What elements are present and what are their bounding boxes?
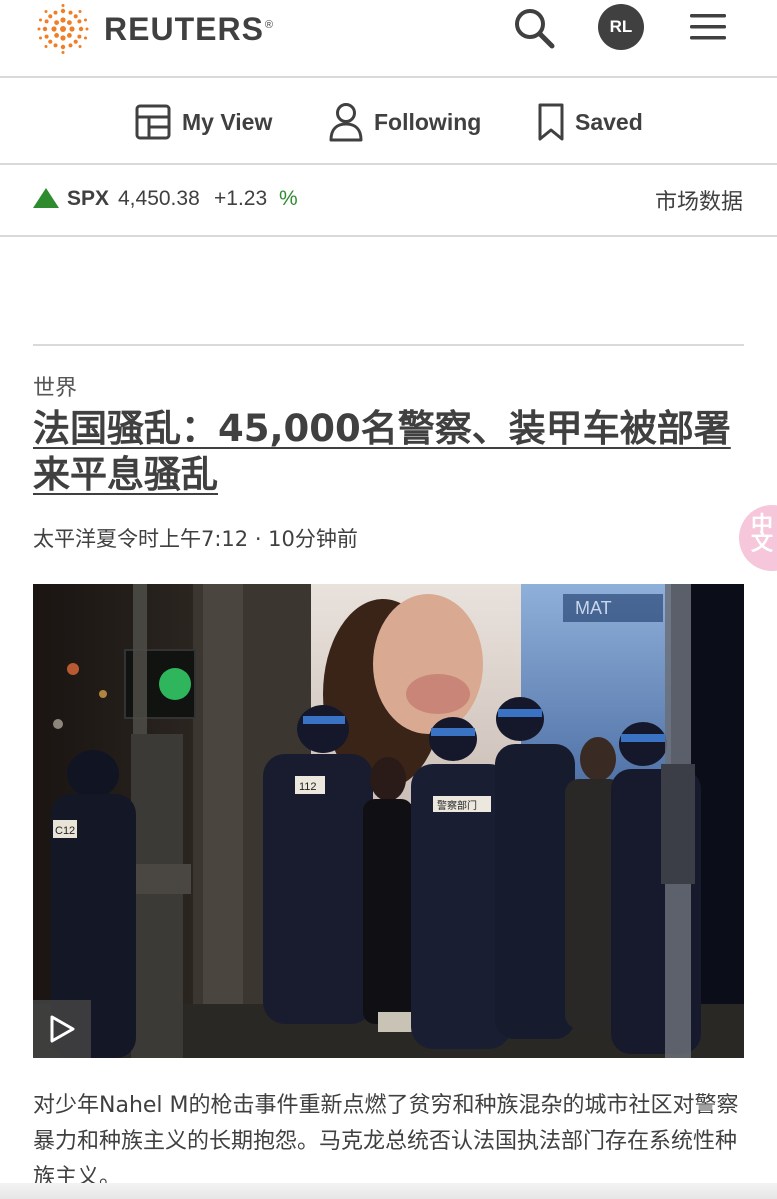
reuters-logo-mark-icon (37, 4, 89, 54)
article-summary: 对少年Nahel M的枪击事件重新点燃了贫穷和种族混杂的城市社区对警察暴力和种族… (33, 1093, 739, 1190)
police-label: 警察部门 (437, 799, 477, 812)
bottom-edge (0, 1183, 777, 1199)
badge-c12: C12 (55, 825, 75, 837)
play-icon (50, 1015, 75, 1043)
ticker-symbol: SPX (67, 187, 110, 210)
user-avatar-button[interactable]: RL (598, 4, 644, 50)
person-icon (329, 103, 363, 142)
billboard-text: MAT (575, 598, 612, 618)
floating-chat-icon[interactable]: 中文 (739, 505, 777, 571)
nav-my-view-label: My View (182, 108, 273, 135)
up-arrow-icon (33, 188, 59, 208)
section-divider (33, 344, 744, 346)
market-ticker[interactable]: SPX 4,450.38 +1.23 % 市场数据 (0, 167, 777, 237)
nav-saved[interactable]: Saved (537, 100, 643, 144)
nav-my-view[interactable]: My View (134, 100, 272, 144)
hamburger-menu-icon[interactable] (688, 12, 728, 42)
user-initials: RL (609, 17, 633, 36)
article-photo[interactable]: MAT C12 112 警察部门 (33, 584, 744, 1058)
top-bar: REUTERS® RL (0, 0, 777, 78)
video-play-button[interactable] (33, 1000, 91, 1058)
article-headline-link[interactable]: 法国骚乱：45,000名警察、装甲车被部署来平息骚乱 (33, 406, 744, 498)
nav-following[interactable]: Following (328, 100, 481, 144)
ticker-change: +1.23 (214, 187, 268, 210)
search-icon[interactable] (512, 6, 556, 50)
layout-icon (135, 104, 171, 140)
ticker-percent: % (279, 187, 298, 210)
section-nav: My View Following Saved (0, 80, 777, 165)
article-timestamp: 太平洋夏令时上午7:12 · 10分钟前 (33, 527, 358, 551)
brand-name: REUTERS® (104, 10, 275, 47)
reuters-logo[interactable]: REUTERS® (34, 4, 274, 54)
nav-saved-label: Saved (575, 108, 643, 135)
bookmark-icon (538, 103, 564, 141)
article-category[interactable]: 世界 (33, 370, 77, 402)
nav-following-label: Following (374, 108, 482, 135)
badge-112: 112 (299, 781, 317, 793)
ticker-price: 4,450.38 (118, 187, 200, 210)
market-data-link[interactable]: 市场数据 (655, 184, 743, 216)
